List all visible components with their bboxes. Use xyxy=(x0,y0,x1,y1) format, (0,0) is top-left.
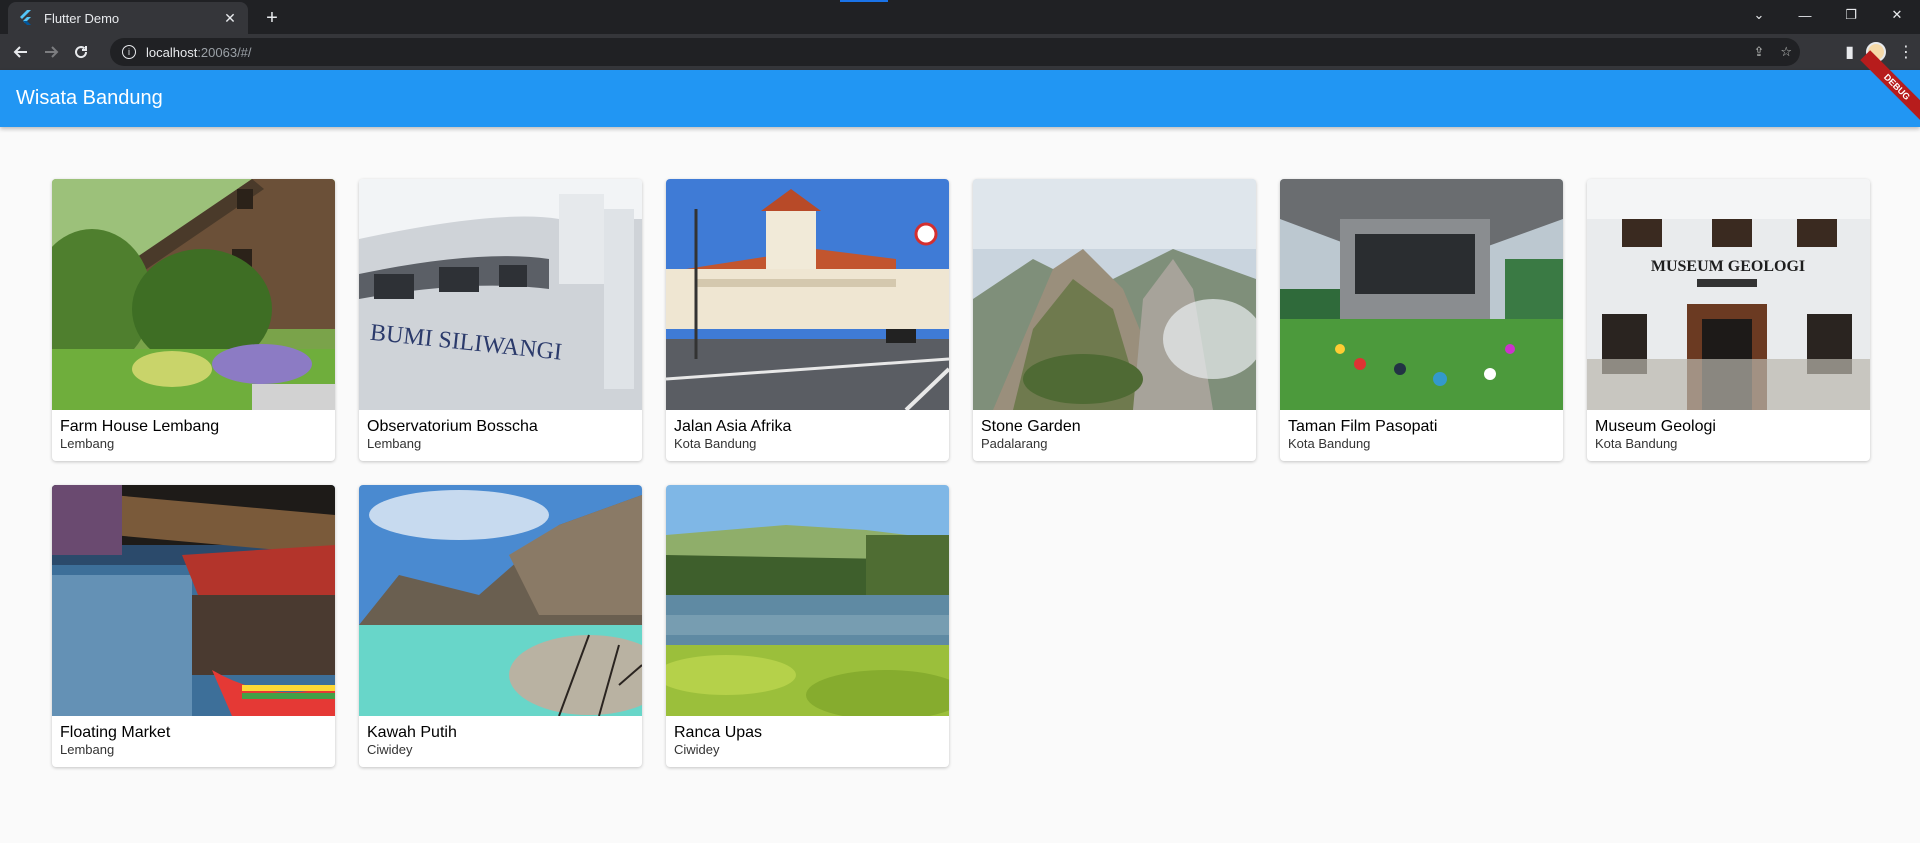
place-location: Ciwidey xyxy=(674,742,720,757)
place-name: Observatorium Bosscha xyxy=(367,418,538,435)
info-icon[interactable]: i xyxy=(122,45,136,59)
place-name: Stone Garden xyxy=(981,418,1081,435)
place-photo xyxy=(666,485,949,716)
place-name: Kawah Putih xyxy=(367,724,457,741)
close-window-button[interactable]: ✕ xyxy=(1874,0,1920,30)
place-photo xyxy=(52,485,335,716)
browser-tab-strip: Flutter Demo ✕ + ⌄ — ❐ ✕ xyxy=(0,0,1920,34)
close-tab-icon[interactable]: ✕ xyxy=(222,10,238,26)
place-card[interactable]: Taman Film Pasopati Kota Bandung xyxy=(1280,179,1563,461)
place-name: Jalan Asia Afrika xyxy=(674,418,792,435)
tab-strip-accent xyxy=(840,0,888,2)
museum-sign-text: MUSEUM GEOLOGI xyxy=(1651,258,1805,275)
side-panel-icon[interactable]: ▮ xyxy=(1845,42,1854,62)
place-location: Lembang xyxy=(60,436,115,451)
place-name: Taman Film Pasopati xyxy=(1288,418,1438,435)
place-photo xyxy=(359,485,642,716)
place-card[interactable]: MUSEUM GEOLOGI Museum Geologi Kota Bandu… xyxy=(1587,179,1870,461)
minimize-button[interactable]: — xyxy=(1782,0,1828,30)
url-path: :20063/#/ xyxy=(197,44,252,60)
place-name: Museum Geologi xyxy=(1595,418,1716,435)
place-name: Floating Market xyxy=(60,724,171,741)
place-name: Ranca Upas xyxy=(674,724,763,741)
menu-dots-icon[interactable]: ⋮ xyxy=(1898,42,1914,62)
place-card[interactable]: Ranca Upas Ciwidey xyxy=(666,485,949,767)
place-photo: BUMI SILIWANGI xyxy=(359,179,642,410)
place-card[interactable]: BUMI SILIWANGI Observatorium Bosscha Lem… xyxy=(359,179,642,461)
place-location: Lembang xyxy=(60,742,115,757)
place-card[interactable]: Jalan Asia Afrika Kota Bandung xyxy=(666,179,949,461)
reload-button[interactable] xyxy=(66,37,96,67)
place-photo xyxy=(973,179,1256,410)
place-location: Lembang xyxy=(367,436,422,451)
address-bar[interactable]: i localhost:20063/#/ ⇪ ☆ xyxy=(110,38,1800,66)
new-tab-button[interactable]: + xyxy=(260,6,284,30)
place-card[interactable]: Stone Garden Padalarang xyxy=(973,179,1256,461)
forward-button[interactable] xyxy=(36,37,66,67)
url-host: localhost xyxy=(146,44,198,60)
restore-button[interactable]: ❐ xyxy=(1828,0,1874,30)
share-icon[interactable]: ⇪ xyxy=(1753,44,1764,60)
place-location: Ciwidey xyxy=(367,742,413,757)
place-name: Farm House Lembang xyxy=(60,418,220,435)
app-bar: Wisata Bandung xyxy=(0,70,1920,127)
tab-search-icon[interactable]: ⌄ xyxy=(1736,0,1782,30)
place-location: Kota Bandung xyxy=(674,436,757,451)
place-card[interactable]: Farm House Lembang Lembang xyxy=(52,179,335,461)
place-photo xyxy=(52,179,335,410)
flutter-icon xyxy=(18,10,34,26)
place-location: Padalarang xyxy=(981,436,1048,451)
back-button[interactable] xyxy=(6,37,36,67)
app-title: Wisata Bandung xyxy=(16,87,163,109)
bookmark-star-icon[interactable]: ☆ xyxy=(1780,44,1792,60)
place-card[interactable]: Floating Market Lembang xyxy=(52,485,335,767)
places-grid: Farm House Lembang Lembang BUMI SILIWANG… xyxy=(52,179,1870,767)
place-location: Kota Bandung xyxy=(1595,436,1678,451)
place-card[interactable]: Kawah Putih Ciwidey xyxy=(359,485,642,767)
browser-toolbar: i localhost:20063/#/ ⇪ ☆ ▮ ⋮ xyxy=(0,34,1920,70)
place-location: Kota Bandung xyxy=(1288,436,1371,451)
browser-tab[interactable]: Flutter Demo ✕ xyxy=(8,2,248,34)
place-photo: MUSEUM GEOLOGI xyxy=(1587,179,1870,410)
place-photo xyxy=(666,179,949,410)
tab-title: Flutter Demo xyxy=(44,10,120,26)
place-photo xyxy=(1280,179,1563,410)
